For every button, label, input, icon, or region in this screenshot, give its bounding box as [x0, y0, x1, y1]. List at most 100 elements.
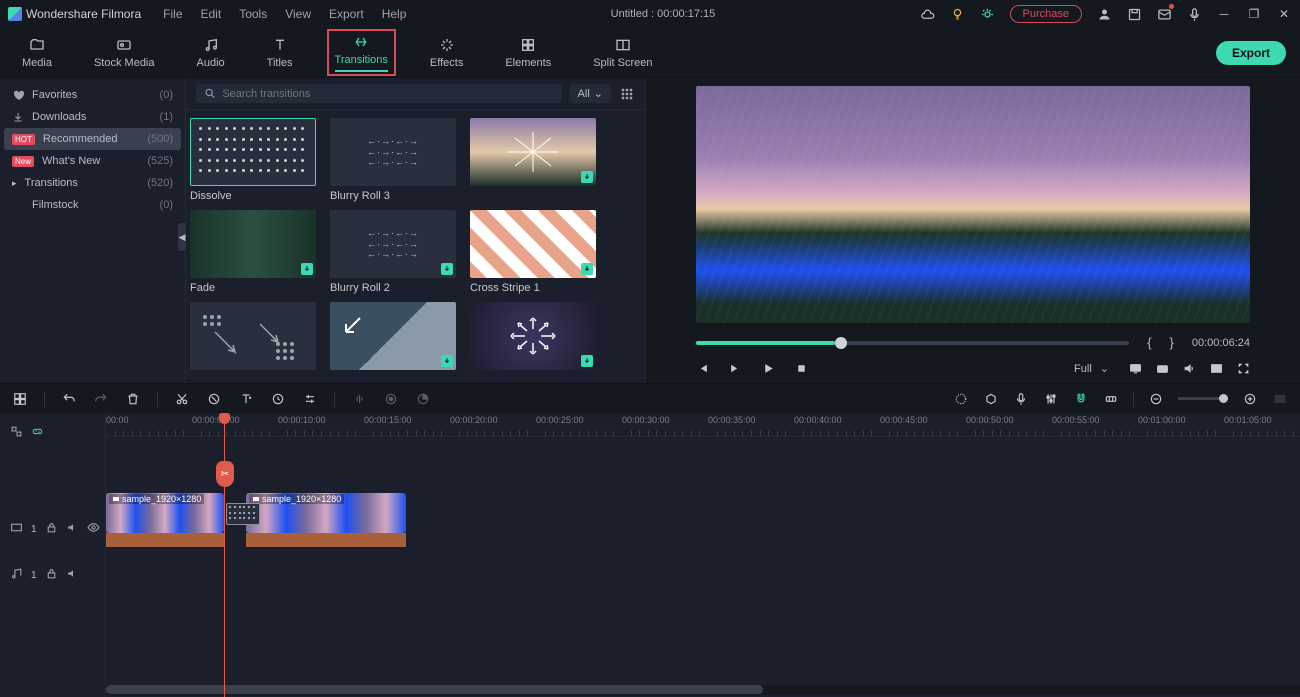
tab-media[interactable]: Media: [14, 32, 60, 73]
cut-icon[interactable]: [174, 391, 190, 407]
tab-audio[interactable]: Audio: [189, 32, 233, 73]
save-icon[interactable]: [1126, 6, 1142, 22]
color-icon[interactable]: [415, 391, 431, 407]
display-icon[interactable]: [1129, 362, 1142, 375]
sidebar-item-what-s-new[interactable]: NewWhat's New(525): [0, 150, 185, 172]
preview-viewport[interactable]: [696, 86, 1250, 323]
support-icon[interactable]: [980, 6, 996, 22]
download-icon[interactable]: [581, 263, 593, 275]
cloud-icon[interactable]: [920, 6, 936, 22]
audio-levels-icon[interactable]: [351, 391, 367, 407]
sidebar-item-transitions[interactable]: ▸Transitions(520): [0, 172, 185, 194]
crop-icon[interactable]: [206, 391, 222, 407]
next-frame-button[interactable]: [729, 362, 742, 375]
download-icon[interactable]: [581, 171, 593, 183]
keyframe-icon[interactable]: [383, 391, 399, 407]
message-icon[interactable]: [1156, 6, 1172, 22]
transition-fade[interactable]: Fade: [190, 210, 316, 294]
download-icon[interactable]: [301, 263, 313, 275]
menu-view[interactable]: View: [285, 7, 311, 21]
menu-help[interactable]: Help: [382, 7, 407, 21]
mark-out-button[interactable]: }: [1170, 335, 1174, 350]
mute-icon[interactable]: [66, 521, 79, 537]
visibility-icon[interactable]: [87, 521, 100, 537]
sidebar-item-favorites[interactable]: Favorites(0): [0, 84, 185, 106]
magnet-icon[interactable]: [1073, 391, 1089, 407]
minimize-button[interactable]: ─: [1216, 7, 1232, 21]
tab-transitions[interactable]: Transitions: [327, 29, 396, 76]
mute-icon[interactable]: [66, 567, 79, 583]
export-button[interactable]: Export: [1216, 41, 1286, 65]
color-wheel-icon[interactable]: [953, 391, 969, 407]
menu-tools[interactable]: Tools: [239, 7, 267, 21]
transition-blurry2[interactable]: ←·→·←·→←·→·←·→←·→·←·→Blurry Roll 2: [330, 210, 456, 294]
transition-diag[interactable]: [330, 302, 456, 374]
text-icon[interactable]: [238, 391, 254, 407]
transition-on-clip[interactable]: [226, 503, 260, 525]
layout-icon[interactable]: [12, 391, 28, 407]
pip-icon[interactable]: [1210, 362, 1223, 375]
search-input[interactable]: [222, 88, 553, 100]
tab-elements[interactable]: Elements: [497, 32, 559, 73]
transition-dissolve[interactable]: Dissolve: [190, 118, 316, 202]
video-clip[interactable]: sample_1920×1280: [106, 493, 224, 533]
menu-edit[interactable]: Edit: [201, 7, 222, 21]
horizontal-scrollbar[interactable]: [106, 685, 1300, 695]
maximize-button[interactable]: ❐: [1246, 7, 1262, 21]
link-clips-icon[interactable]: [31, 425, 44, 441]
link-icon[interactable]: [1103, 391, 1119, 407]
timeline-body[interactable]: 00:0000:00:05:0000:00:10:0000:00:15:0000…: [106, 413, 1300, 697]
collapse-sidebar-button[interactable]: ◀: [178, 223, 186, 251]
transition-zoom1[interactable]: [190, 302, 316, 374]
grid-view-icon[interactable]: [619, 86, 635, 102]
idea-icon[interactable]: [950, 6, 966, 22]
tab-effects[interactable]: Effects: [422, 32, 471, 73]
menu-file[interactable]: File: [163, 7, 182, 21]
record-mic-icon[interactable]: [1013, 391, 1029, 407]
transition-burst1[interactable]: [470, 118, 596, 202]
download-icon[interactable]: [581, 355, 593, 367]
split-playhead-icon[interactable]: [216, 461, 234, 487]
transition-blurry3[interactable]: ←·→·←·→←·→·←·→←·→·←·→Blurry Roll 3: [330, 118, 456, 202]
prev-frame-button[interactable]: [696, 362, 709, 375]
audio-track[interactable]: [106, 551, 1300, 575]
track-options-icon[interactable]: [10, 425, 23, 441]
volume-icon[interactable]: [1183, 362, 1196, 375]
tab-split-screen[interactable]: Split Screen: [585, 32, 660, 73]
speed-icon[interactable]: [270, 391, 286, 407]
tab-titles[interactable]: Titles: [259, 32, 301, 73]
scrollbar-thumb[interactable]: [106, 685, 763, 694]
lock-icon[interactable]: [45, 567, 58, 583]
tab-stock-media[interactable]: Stock Media: [86, 32, 163, 73]
download-icon[interactable]: [441, 263, 453, 275]
zoom-out-icon[interactable]: [1148, 391, 1164, 407]
video-clip[interactable]: sample_1920×1280: [246, 493, 406, 533]
marker-icon[interactable]: [983, 391, 999, 407]
stop-button[interactable]: [795, 362, 808, 375]
account-icon[interactable]: [1096, 6, 1112, 22]
mic-icon[interactable]: [1186, 6, 1202, 22]
search-box[interactable]: [196, 84, 562, 103]
transition-burst2[interactable]: [470, 302, 596, 374]
zoom-in-icon[interactable]: [1242, 391, 1258, 407]
close-button[interactable]: ✕: [1276, 7, 1292, 21]
download-icon[interactable]: [441, 355, 453, 367]
purchase-button[interactable]: Purchase: [1010, 5, 1082, 23]
menu-export[interactable]: Export: [329, 7, 364, 21]
lock-icon[interactable]: [45, 521, 58, 537]
progress-knob[interactable]: [835, 337, 847, 349]
fullscreen-icon[interactable]: [1237, 362, 1250, 375]
progress-bar[interactable]: [696, 341, 1129, 345]
audio-clip[interactable]: [246, 533, 406, 547]
mixer-icon[interactable]: [1043, 391, 1059, 407]
undo-icon[interactable]: [61, 391, 77, 407]
redo-icon[interactable]: [93, 391, 109, 407]
delete-icon[interactable]: [125, 391, 141, 407]
fit-icon[interactable]: [1272, 391, 1288, 407]
quality-dropdown[interactable]: Full⌄: [1068, 360, 1115, 377]
zoom-slider[interactable]: [1178, 397, 1228, 400]
play-button[interactable]: [762, 362, 775, 375]
filter-dropdown[interactable]: All⌄: [570, 84, 611, 103]
adjust-icon[interactable]: [302, 391, 318, 407]
time-ruler[interactable]: 00:0000:00:05:0000:00:10:0000:00:15:0000…: [106, 413, 1300, 437]
